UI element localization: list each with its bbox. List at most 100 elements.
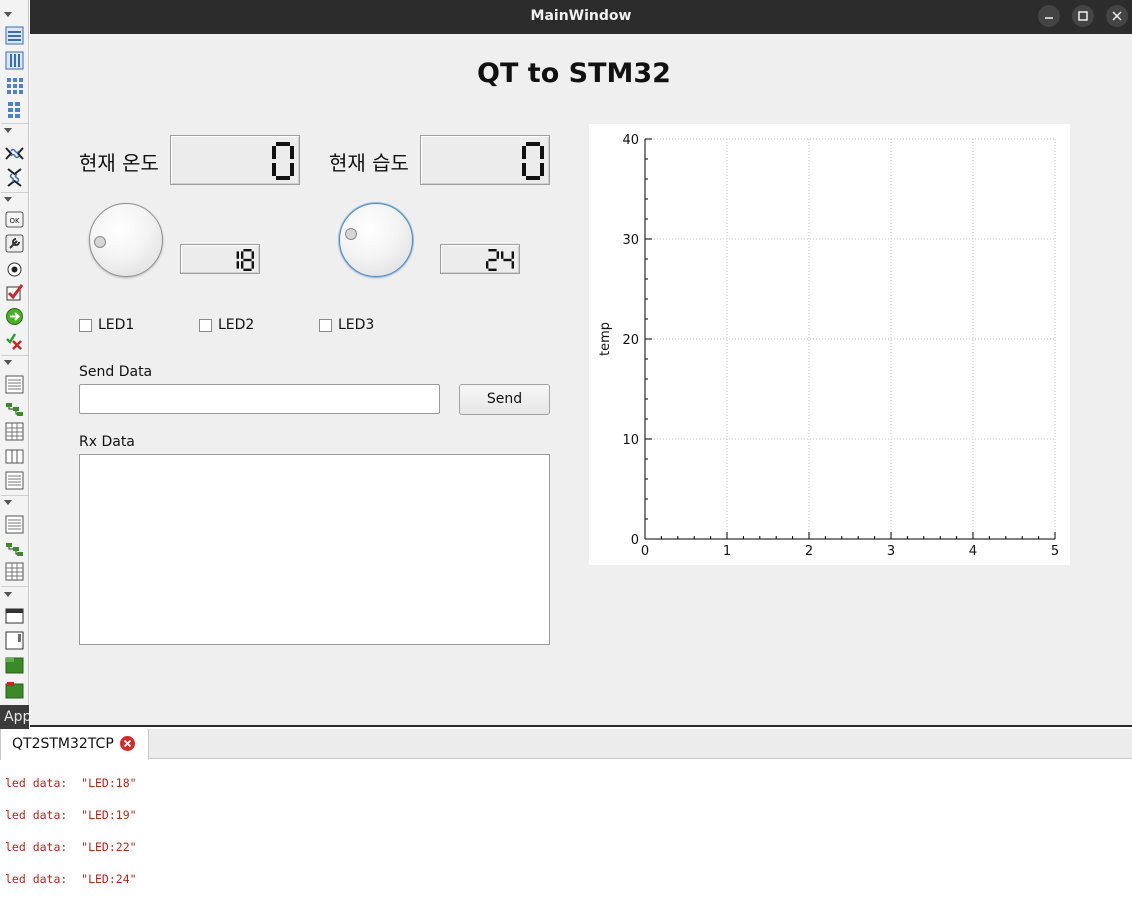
x-tick-label: 2 bbox=[805, 544, 813, 559]
widget-box-toolbar: OK App bbox=[0, 0, 29, 729]
maximize-icon bbox=[1078, 11, 1088, 21]
horizontal-layout-icon[interactable] bbox=[5, 51, 24, 70]
horizontal-spacer-icon[interactable] bbox=[5, 144, 24, 163]
led1-label: LED1 bbox=[98, 317, 135, 333]
led1-checkbox[interactable]: LED1 bbox=[79, 317, 134, 333]
command-link-icon[interactable] bbox=[5, 307, 24, 326]
lcd-segment bbox=[276, 142, 290, 146]
tool-box-icon[interactable] bbox=[5, 655, 24, 674]
lcd-segment bbox=[503, 258, 512, 262]
output-tab-label: QT2STM32TCP bbox=[12, 736, 114, 752]
list-view-icon[interactable] bbox=[5, 375, 24, 394]
y-tick-label: 20 bbox=[622, 333, 639, 348]
collapse-arrow-icon[interactable] bbox=[4, 592, 12, 597]
dialog-button-box-icon[interactable] bbox=[5, 331, 24, 350]
toolbox-separator bbox=[1, 192, 28, 193]
collapse-arrow-icon[interactable] bbox=[4, 360, 12, 365]
y-tick-label: 10 bbox=[622, 433, 639, 448]
log-line: led data: "LED:18" bbox=[5, 776, 137, 790]
lcd-segment bbox=[243, 268, 252, 271]
send-button[interactable]: Send bbox=[459, 384, 550, 415]
lcd-segment bbox=[526, 142, 540, 146]
table-widget-icon[interactable] bbox=[5, 562, 24, 581]
collapse-arrow-icon[interactable] bbox=[4, 128, 12, 133]
lcd-segment bbox=[488, 268, 497, 271]
lcd-digits bbox=[486, 249, 514, 271]
toolbox-separator bbox=[1, 355, 28, 356]
temperature-chart: 0 1 2 3 4 5 0 10 20 30 40 temp bbox=[589, 124, 1070, 565]
lcd-segment bbox=[496, 251, 499, 259]
x-tick-label: 1 bbox=[723, 544, 731, 559]
lcd-segment bbox=[540, 163, 544, 176]
y-tick-label: 30 bbox=[622, 233, 639, 248]
collapse-arrow-icon[interactable] bbox=[4, 12, 12, 17]
maximize-button[interactable] bbox=[1072, 5, 1094, 27]
x-tick-label: 5 bbox=[1051, 544, 1059, 559]
push-button-icon[interactable]: OK bbox=[5, 210, 24, 229]
collapse-arrow-icon[interactable] bbox=[4, 500, 12, 505]
tree-widget-icon[interactable] bbox=[5, 539, 24, 558]
temperature-dial[interactable] bbox=[89, 203, 163, 277]
log-line: led data: "LED:24" bbox=[5, 872, 137, 886]
log-line: led data: "LED:22" bbox=[5, 840, 137, 854]
list-widget-icon[interactable] bbox=[5, 515, 24, 534]
check-box-icon[interactable] bbox=[5, 283, 24, 302]
lcd-segment bbox=[522, 163, 526, 176]
window-titlebar[interactable]: MainWindow bbox=[30, 0, 1132, 34]
undo-view-icon[interactable] bbox=[5, 471, 24, 490]
checkbox-box[interactable] bbox=[319, 318, 332, 332]
output-tab[interactable]: QT2STM32TCP bbox=[0, 729, 149, 760]
lcd-segment bbox=[488, 258, 497, 262]
dial-notch bbox=[345, 228, 357, 240]
app-title: QT to STM32 bbox=[477, 58, 671, 89]
y-tick-label: 0 bbox=[631, 533, 639, 548]
x-tick-label: 4 bbox=[969, 544, 977, 559]
tab-widget-icon[interactable] bbox=[5, 680, 24, 699]
lcd-segment bbox=[486, 261, 489, 269]
rx-data-textarea[interactable] bbox=[79, 454, 550, 645]
send-data-label: Send Data bbox=[79, 364, 153, 380]
scroll-area-icon[interactable] bbox=[5, 631, 24, 650]
main-window: MainWindow QT to STM32 현재 온도 0 현재 습도 0 1… bbox=[30, 0, 1132, 727]
dial2-lcd: 24 bbox=[440, 244, 520, 274]
humidity-dial[interactable] bbox=[339, 203, 413, 277]
vertical-layout-icon[interactable] bbox=[5, 26, 24, 45]
close-button[interactable] bbox=[1106, 5, 1128, 27]
log-line: led data: "LED:19" bbox=[5, 808, 137, 822]
table-view-icon[interactable] bbox=[5, 422, 24, 441]
led2-label: LED2 bbox=[218, 317, 255, 333]
dial-notch bbox=[94, 236, 106, 248]
minimize-icon bbox=[1045, 17, 1053, 19]
x-tick-label: 0 bbox=[641, 544, 649, 559]
close-tab-icon[interactable] bbox=[120, 736, 135, 751]
humidity-lcd: 0 bbox=[420, 135, 550, 185]
tree-view-icon[interactable] bbox=[5, 399, 24, 418]
lcd-segment bbox=[511, 251, 514, 259]
lcd-segment bbox=[276, 176, 290, 180]
led3-label: LED3 bbox=[338, 317, 375, 333]
lcd-segment bbox=[488, 249, 497, 252]
group-box-icon[interactable] bbox=[5, 606, 24, 625]
column-view-icon[interactable] bbox=[5, 447, 24, 466]
grid-layout-icon[interactable] bbox=[5, 76, 24, 95]
lcd-segment bbox=[243, 258, 252, 262]
toolbox-separator bbox=[1, 495, 28, 496]
form-layout-icon[interactable] bbox=[5, 100, 24, 119]
minimize-button[interactable] bbox=[1038, 5, 1060, 27]
output-tab-bar: QT2STM32TCP bbox=[0, 729, 1132, 760]
led3-checkbox[interactable]: LED3 bbox=[319, 317, 374, 333]
vertical-spacer-icon[interactable] bbox=[5, 168, 24, 187]
lcd-segment bbox=[290, 163, 294, 176]
toolbox-separator bbox=[1, 123, 28, 124]
led2-checkbox[interactable]: LED2 bbox=[199, 317, 254, 333]
lcd-digits bbox=[522, 142, 544, 180]
checkbox-box[interactable] bbox=[199, 318, 212, 332]
tool-button-icon[interactable] bbox=[5, 234, 24, 253]
send-data-input[interactable] bbox=[79, 384, 440, 414]
lcd-segment bbox=[236, 251, 239, 259]
x-tick-label: 3 bbox=[887, 544, 895, 559]
collapse-arrow-icon[interactable] bbox=[4, 197, 12, 202]
lcd-digits bbox=[272, 142, 294, 180]
radio-button-icon[interactable] bbox=[5, 260, 24, 279]
checkbox-box[interactable] bbox=[79, 318, 92, 332]
